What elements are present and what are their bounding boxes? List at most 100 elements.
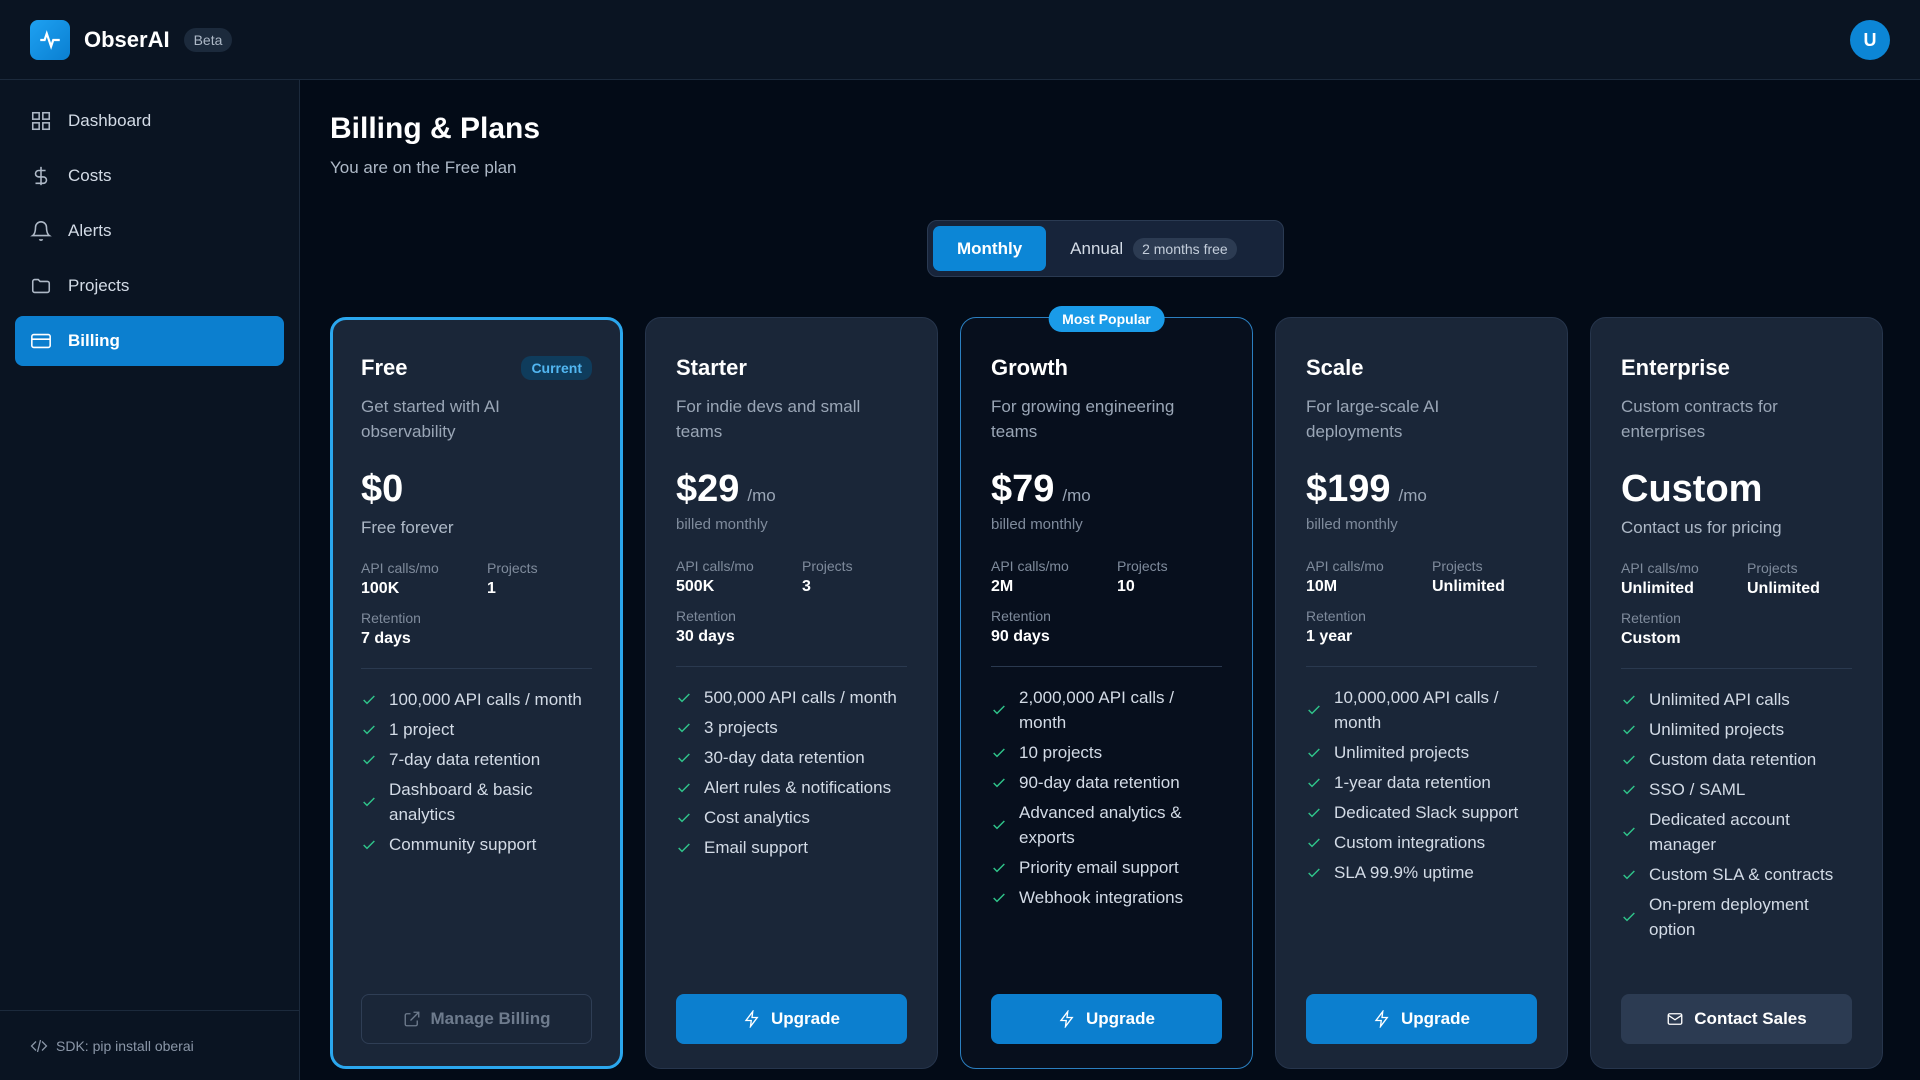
- check-icon: [678, 782, 690, 792]
- plan-name: Free: [361, 355, 408, 380]
- sidebar-nav: Dashboard Costs Alerts Projects Billing: [0, 80, 299, 387]
- check-icon: [1308, 807, 1320, 817]
- feature-text: SSO / SAML: [1649, 780, 1746, 799]
- check-icon: [1623, 784, 1635, 794]
- page-title: Billing & Plans: [330, 112, 541, 145]
- feature-text: 1-year data retention: [1334, 773, 1491, 792]
- stat-projects: 10: [1117, 578, 1135, 595]
- feature-item: Unlimited projects: [1621, 717, 1852, 742]
- plan-limits: API calls/mo 500K Projects 3 Retention 30 d…: [676, 558, 907, 646]
- check-icon: [678, 812, 690, 822]
- upgrade-button[interactable]: Upgrade: [991, 994, 1222, 1044]
- button-label: Manage Billing: [430, 1009, 551, 1028]
- feature-text: Priority email support: [1019, 858, 1179, 877]
- bell-icon: [30, 221, 52, 241]
- plan-name: Scale: [1306, 355, 1364, 380]
- app-name[interactable]: ObserAI: [84, 27, 170, 53]
- feature-item: Dashboard & basic analytics: [361, 777, 592, 827]
- check-icon: [993, 705, 1005, 715]
- plan-description: For large-scale AI deployments: [1306, 397, 1440, 441]
- stat-retention: 1 year: [1306, 628, 1353, 645]
- stat-label: Projects: [1747, 560, 1798, 576]
- check-icon: [363, 839, 375, 849]
- feature-text: Custom data retention: [1649, 750, 1817, 769]
- sidebar-item-label: Alerts: [68, 221, 112, 240]
- feature-list: 100,000 API calls / month 1 project 7-day …: [361, 687, 592, 857]
- plan-card-enterprise: Enterprise Custom contracts for enterpri…: [1590, 317, 1883, 1069]
- feature-item: 1-year data retention: [1306, 770, 1537, 795]
- sidebar-item-billing[interactable]: Billing: [15, 316, 284, 366]
- feature-list: Unlimited API calls Unlimited projects Cus…: [1621, 687, 1852, 942]
- stat-retention: 90 days: [991, 628, 1050, 645]
- feature-text: Dedicated Slack support: [1334, 803, 1519, 822]
- toggle-annual[interactable]: Annual 2 months free: [1046, 226, 1261, 271]
- sdk-hint[interactable]: SDK: pip install oberai: [0, 1010, 300, 1080]
- sidebar-item-alerts[interactable]: Alerts: [15, 206, 284, 256]
- feature-text: Email support: [704, 838, 808, 857]
- lightning-icon: [1374, 1010, 1389, 1028]
- stat-label: API calls/mo: [676, 558, 754, 574]
- plan-billing-note: billed monthly: [1306, 516, 1398, 533]
- toggle-monthly[interactable]: Monthly: [933, 226, 1047, 271]
- feature-item: Dedicated account manager: [1621, 807, 1852, 857]
- check-icon: [1308, 747, 1320, 757]
- check-icon: [993, 892, 1005, 902]
- upgrade-button[interactable]: Upgrade: [676, 994, 907, 1044]
- plan-price-note: Free forever: [361, 518, 454, 537]
- plan-limits: API calls/mo 2M Projects 10 Retention 90 da…: [991, 558, 1222, 646]
- feature-item: Unlimited projects: [1306, 740, 1537, 765]
- feature-item: Unlimited API calls: [1621, 687, 1852, 712]
- stat-retention: Custom: [1621, 630, 1681, 647]
- plan-name: Starter: [676, 355, 747, 380]
- feature-item: 7-day data retention: [361, 747, 592, 772]
- sidebar-item-dashboard[interactable]: Dashboard: [15, 96, 284, 146]
- feature-item: 10,000,000 API calls / month: [1306, 685, 1537, 735]
- mail-icon: [1667, 1013, 1683, 1025]
- check-icon: [993, 820, 1005, 830]
- check-icon: [1308, 867, 1320, 877]
- feature-item: Community support: [361, 832, 592, 857]
- external-link-icon: [404, 1011, 419, 1027]
- stat-label: Projects: [1117, 558, 1168, 574]
- plan-name: Enterprise: [1621, 355, 1730, 380]
- upgrade-button[interactable]: Upgrade: [1306, 994, 1537, 1044]
- divider: [1621, 668, 1852, 669]
- pulse-icon[interactable]: [30, 19, 70, 60]
- stat-api-calls: 500K: [676, 578, 715, 595]
- feature-text: SLA 99.9% uptime: [1334, 863, 1474, 882]
- check-icon: [1623, 827, 1635, 837]
- stat-projects: 1: [487, 580, 496, 597]
- sidebar-item-projects[interactable]: Projects: [15, 261, 284, 311]
- toggle-annual-label: Annual: [1070, 238, 1124, 258]
- plan-price: $199: [1306, 468, 1391, 510]
- feature-item: SLA 99.9% uptime: [1306, 860, 1537, 885]
- feature-item: 2,000,000 API calls / month: [991, 685, 1222, 735]
- check-icon: [1623, 869, 1635, 879]
- sidebar-item-label: Projects: [68, 276, 130, 295]
- stat-label: Projects: [1432, 558, 1483, 574]
- plan-description: Get started with AI observability: [361, 397, 500, 441]
- contact-sales-button[interactable]: Contact Sales: [1621, 994, 1852, 1044]
- sidebar-item-costs[interactable]: Costs: [15, 151, 284, 201]
- check-icon: [363, 694, 375, 704]
- check-icon: [993, 862, 1005, 872]
- check-icon: [1308, 705, 1320, 715]
- plan-card-free: Free Current Get started with AI observa…: [330, 317, 623, 1069]
- most-popular-badge: Most Popular: [1048, 306, 1165, 332]
- feature-item: Custom data retention: [1621, 747, 1852, 772]
- plan-card-starter: Starter For indie devs and small teams $…: [645, 317, 938, 1069]
- feature-text: On-prem deployment option: [1649, 895, 1809, 939]
- plan-name: Growth: [991, 355, 1068, 380]
- plan-billing-note: billed monthly: [991, 516, 1083, 533]
- manage-billing-button[interactable]: Manage Billing: [361, 994, 592, 1044]
- button-label: Upgrade: [1401, 1009, 1470, 1028]
- feature-text: 100,000 API calls / month: [389, 690, 582, 709]
- user-avatar[interactable]: U: [1850, 20, 1890, 60]
- stat-api-calls: 10M: [1306, 578, 1338, 595]
- sidebar-item-label: Billing: [68, 331, 120, 350]
- check-icon: [678, 722, 690, 732]
- feature-item: Custom SLA & contracts: [1621, 862, 1852, 887]
- divider: [991, 666, 1222, 667]
- check-icon: [993, 777, 1005, 787]
- plan-price: $0: [361, 468, 404, 510]
